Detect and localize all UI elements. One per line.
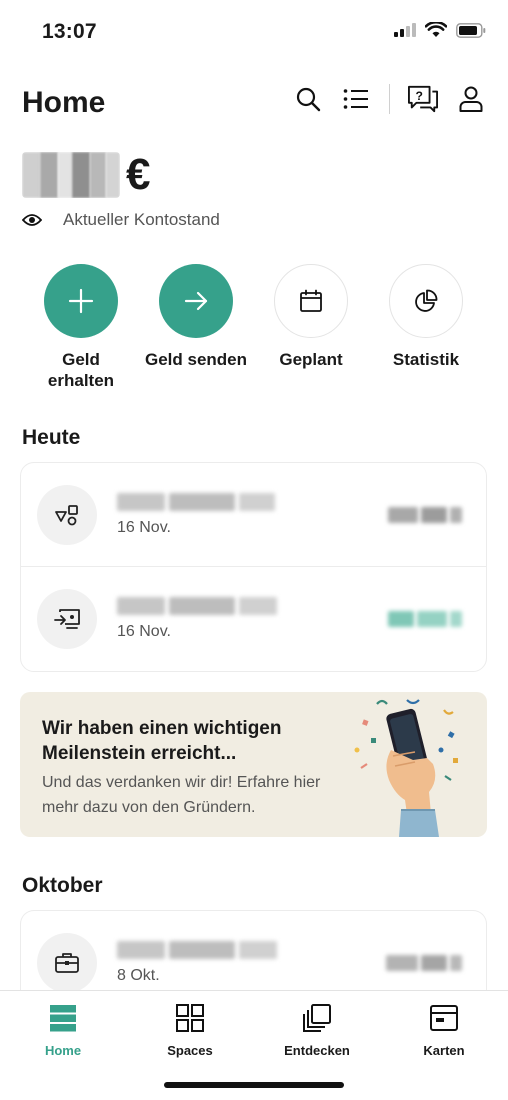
pie-chart-icon (415, 289, 438, 312)
card-icon (430, 1005, 458, 1031)
profile-button[interactable] (456, 84, 486, 114)
transaction-name-hidden (117, 493, 275, 511)
arrow-right-icon (184, 291, 208, 311)
home-stack-icon (50, 1005, 76, 1032)
wifi-icon (424, 20, 448, 43)
briefcase-icon (55, 953, 79, 973)
balance-currency: € (126, 150, 151, 199)
search-button[interactable] (293, 84, 323, 114)
list-view-button[interactable] (341, 84, 371, 114)
transaction-date: 16 Nov. (117, 623, 171, 640)
transaction-date: 8 Okt. (117, 967, 160, 984)
section-title-today: Heute (22, 426, 81, 449)
transaction-icon-wrap (37, 589, 97, 649)
cards-stack-icon (303, 1004, 331, 1032)
transaction-icon-wrap (37, 485, 97, 545)
status-bar: 13:07 (0, 0, 508, 64)
transaction-date: 16 Nov. (117, 519, 171, 536)
svg-text:?: ? (416, 89, 423, 103)
tab-home-label: Home (44, 1043, 82, 1058)
send-money-circle (159, 264, 233, 338)
quick-actions: Geld erhalten Geld senden Geplant Statis… (24, 264, 484, 394)
tab-discover-label: Entdecken (284, 1043, 350, 1058)
scheduled-button[interactable]: Geplant (254, 264, 368, 370)
transfer-screen-icon (54, 609, 80, 629)
battery-icon (456, 22, 486, 43)
milestone-promo-banner[interactable]: Wir haben einen wichtigen Meilenstein er… (20, 692, 487, 837)
tab-home[interactable]: Home (13, 1003, 113, 1058)
receive-money-button[interactable]: Geld erhalten (24, 264, 138, 391)
balance-visibility-toggle[interactable]: Aktueller Kontostand (22, 210, 220, 230)
receive-money-circle (44, 264, 118, 338)
home-indicator (164, 1082, 344, 1088)
transactions-card-today: 16 Nov. 16 Nov. (20, 462, 487, 672)
cellular-signal-icon (394, 23, 416, 42)
statistics-label: Statistik (392, 350, 460, 369)
scheduled-circle (274, 264, 348, 338)
transaction-amount-hidden (388, 611, 462, 627)
balance: € (22, 150, 150, 200)
status-time: 13:07 (42, 20, 97, 43)
transaction-name-hidden (117, 597, 277, 615)
send-money-button[interactable]: Geld senden (139, 264, 253, 370)
tab-discover[interactable]: Entdecken (267, 1003, 367, 1058)
header-divider (389, 84, 390, 114)
search-icon (296, 87, 321, 112)
statistics-circle (389, 264, 463, 338)
transaction-amount-hidden (388, 507, 462, 523)
calendar-icon (300, 289, 322, 312)
transaction-row[interactable]: 8 Okt. (21, 911, 486, 990)
balance-amount-hidden (22, 152, 120, 198)
transaction-name-hidden (117, 941, 277, 959)
transaction-row[interactable]: 16 Nov. (21, 463, 486, 567)
promo-body: Und das verdanken wir dir! Erfahre hier … (42, 774, 321, 816)
page-title: Home (22, 86, 106, 119)
transaction-row[interactable]: 16 Nov. (21, 567, 486, 671)
eye-icon (22, 214, 42, 226)
transactions-card-october: 8 Okt. (20, 910, 487, 990)
status-icons (394, 20, 486, 43)
section-title-october: Oktober (22, 874, 103, 897)
transaction-icon-wrap (37, 933, 97, 990)
help-button[interactable]: ? (408, 84, 438, 114)
tab-cards-label: Karten (423, 1043, 465, 1058)
header-actions: ? (275, 84, 486, 114)
tab-spaces[interactable]: Spaces (140, 1003, 240, 1058)
statistics-button[interactable]: Statistik (369, 264, 483, 370)
balance-caption: Aktueller Kontostand (63, 210, 220, 229)
receive-money-label: Geld erhalten (47, 350, 115, 390)
tab-spaces-label: Spaces (167, 1043, 213, 1058)
phone-celebration-illustration (354, 699, 458, 837)
promo-title: Wir haben einen wichtigen Meilenstein er… (42, 718, 282, 764)
list-icon (343, 89, 368, 109)
help-chat-icon: ? (408, 85, 438, 113)
scheduled-label: Geplant (279, 350, 343, 369)
tab-cards[interactable]: Karten (394, 1003, 494, 1058)
shapes-icon (55, 505, 78, 526)
plus-icon (68, 288, 94, 314)
send-money-label: Geld senden (144, 350, 248, 369)
person-icon (459, 86, 483, 112)
grid-icon (176, 1004, 204, 1032)
transaction-amount-hidden (386, 955, 462, 971)
